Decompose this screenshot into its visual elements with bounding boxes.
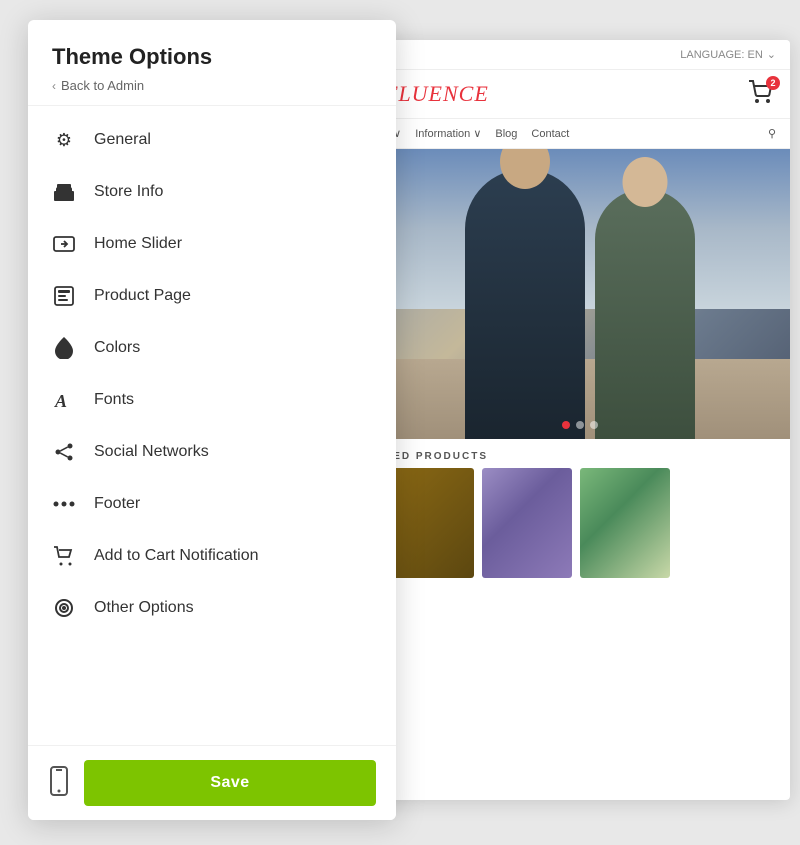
nav-label-other-options: Other Options: [94, 599, 194, 617]
preview-top-bar: LANGUAGE: EN ⌄: [370, 40, 790, 70]
nav-label-store-info: Store Info: [94, 183, 163, 201]
preview-section-title: RED PRODUCTS: [370, 439, 790, 468]
save-button[interactable]: Save: [84, 760, 376, 806]
hero-dots: [562, 421, 598, 429]
hero-dot-2: [576, 421, 584, 429]
nav-label-add-to-cart: Add to Cart Notification: [94, 547, 259, 565]
nav-item-general[interactable]: General: [28, 114, 396, 166]
product-thumb-3: [580, 468, 670, 578]
product-page-icon: [52, 284, 76, 308]
nav-item-footer[interactable]: Footer: [28, 478, 396, 530]
nav-label-product-page: Product Page: [94, 287, 191, 305]
footer-icon: [52, 492, 76, 516]
cart-badge: 2: [766, 76, 780, 90]
colors-icon: [52, 336, 76, 360]
panel-navigation: General Store Info Home Slider: [28, 106, 396, 745]
preview-hero: [370, 149, 790, 439]
hero-dot-3: [590, 421, 598, 429]
nav-item-store-info[interactable]: Store Info: [28, 166, 396, 218]
nav-search-icon: ⚲: [768, 127, 776, 140]
hero-people: [370, 149, 790, 439]
nav-item-contact: Contact: [531, 128, 569, 140]
language-label: LANGUAGE: EN: [680, 49, 763, 61]
nav-item-add-to-cart[interactable]: Add to Cart Notification: [28, 530, 396, 582]
add-to-cart-icon: [52, 544, 76, 568]
product-thumb-1: [384, 468, 474, 578]
language-chevron: ⌄: [767, 48, 776, 61]
back-label: Back to Admin: [61, 78, 144, 93]
nav-label-general: General: [94, 131, 151, 149]
person-female: [595, 189, 695, 439]
fonts-icon: A: [52, 388, 76, 412]
hero-dot-1: [562, 421, 570, 429]
preview-cart: 2: [748, 80, 776, 108]
mobile-preview-icon: [48, 766, 70, 801]
svg-text:A: A: [54, 391, 67, 410]
product-thumb-2: [482, 468, 572, 578]
preview-nav: n ∨ Information ∨ Blog Contact ⚲: [370, 119, 790, 149]
back-to-admin-link[interactable]: ‹ Back to Admin: [52, 78, 372, 93]
nav-item-other-options[interactable]: Other Options: [28, 582, 396, 634]
social-networks-icon: [52, 440, 76, 464]
nav-label-social-networks: Social Networks: [94, 443, 209, 461]
panel-footer: Save: [28, 745, 396, 820]
nav-label-fonts: Fonts: [94, 391, 134, 409]
gear-icon: [52, 128, 76, 152]
nav-item-social-networks[interactable]: Social Networks: [28, 426, 396, 478]
nav-item-colors[interactable]: Colors: [28, 322, 396, 374]
nav-label-colors: Colors: [94, 339, 140, 357]
nav-label-footer: Footer: [94, 495, 140, 513]
person-male: [465, 169, 585, 439]
preview-logo: FLUENCE: [384, 81, 489, 107]
nav-item-information: Information ∨: [415, 127, 481, 140]
panel-header: Theme Options ‹ Back to Admin: [28, 20, 396, 106]
other-options-icon: [52, 596, 76, 620]
preview-products: [370, 468, 790, 590]
back-chevron-icon: ‹: [52, 79, 56, 93]
panel-title: Theme Options: [52, 44, 372, 70]
nav-item-home-slider[interactable]: Home Slider: [28, 218, 396, 270]
theme-options-panel: Theme Options ‹ Back to Admin General St…: [28, 20, 396, 820]
preview-header: FLUENCE 2: [370, 70, 790, 119]
store-icon: [52, 180, 76, 204]
nav-item-fonts[interactable]: A Fonts: [28, 374, 396, 426]
home-slider-icon: [52, 232, 76, 256]
nav-item-product-page[interactable]: Product Page: [28, 270, 396, 322]
nav-item-blog: Blog: [495, 128, 517, 140]
preview-panel: LANGUAGE: EN ⌄ FLUENCE 2 n ∨ Information…: [370, 40, 790, 800]
nav-label-home-slider: Home Slider: [94, 235, 182, 253]
